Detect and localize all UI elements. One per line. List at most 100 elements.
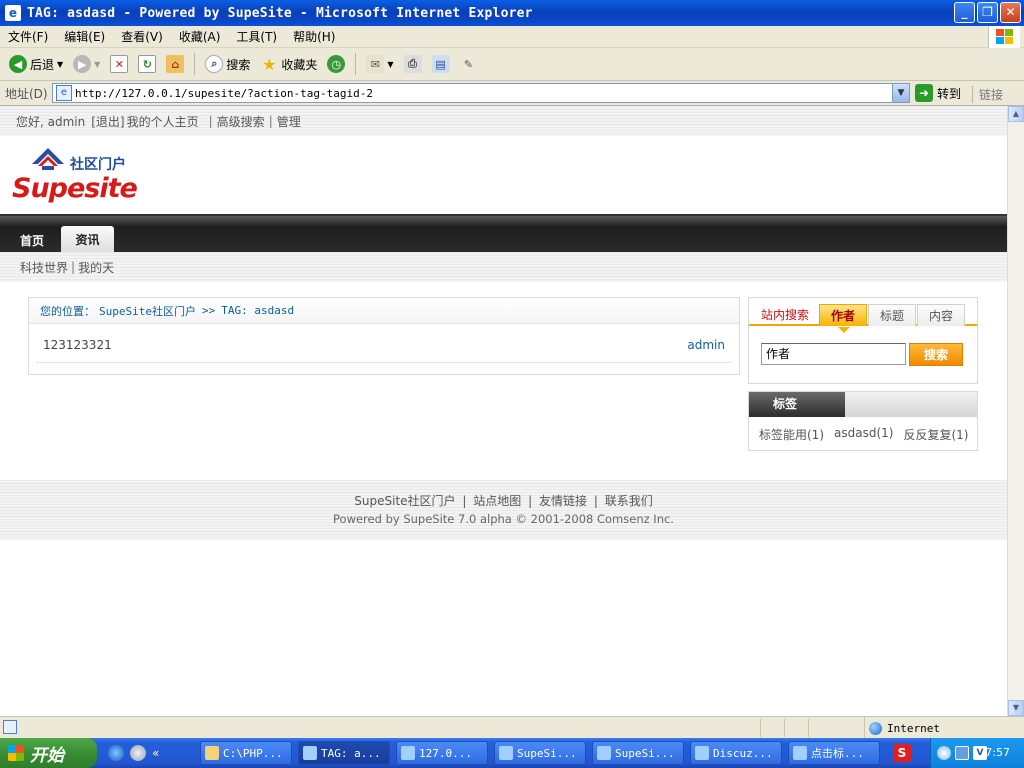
taskbar-item-active[interactable]: TAG: a...	[298, 741, 390, 765]
site-footer: SupeSite社区门户 | 站点地图 | 友情链接 | 联系我们 Powere…	[0, 480, 1007, 540]
my-homepage-link[interactable]: 我的个人主页	[127, 113, 199, 130]
history-button[interactable]: ◷	[324, 53, 348, 75]
forward-dropdown-icon[interactable]: ▼	[94, 60, 100, 69]
favorites-button[interactable]: ★ 收藏夹	[257, 53, 320, 75]
tag-link[interactable]: 反反复复(1)	[903, 426, 968, 443]
mail-dropdown-icon[interactable]: ▼	[387, 60, 393, 69]
nav-divider: |	[268, 114, 273, 128]
footer-link-home[interactable]: SupeSite社区门户	[354, 494, 455, 508]
menu-favorites[interactable]: 收藏(A)	[171, 28, 229, 45]
footer-link-friends[interactable]: 友情链接	[539, 494, 587, 508]
taskbar-item[interactable]: C:\PHP...	[200, 741, 292, 765]
home-button[interactable]: ⌂	[163, 53, 187, 75]
taskbar-item[interactable]: 127.0...	[396, 741, 488, 765]
item-title-link[interactable]: 123123321	[43, 338, 112, 352]
site-header: 社区门户 Supesite	[0, 136, 1007, 214]
search-tab-content[interactable]: 内容	[917, 304, 965, 326]
start-button[interactable]: 开始	[0, 738, 97, 768]
menu-edit[interactable]: 编辑(E)	[56, 28, 113, 45]
taskbar-item-label: 点击标...	[811, 747, 864, 760]
quicklaunch-expand-icon[interactable]: «	[152, 745, 168, 761]
address-label: 地址(D)	[5, 86, 48, 101]
search-input[interactable]: 作者	[761, 343, 906, 365]
system-tray: V 7:57	[930, 738, 1024, 768]
quicklaunch-ie-icon[interactable]	[108, 745, 124, 761]
minimize-button[interactable]: _	[954, 2, 975, 23]
refresh-button[interactable]: ↻	[135, 53, 159, 75]
tab-news[interactable]: 资讯	[61, 226, 114, 254]
quicklaunch-browser-icon[interactable]	[130, 745, 146, 761]
admin-link[interactable]: 管理	[277, 113, 301, 130]
stop-button[interactable]: ✕	[107, 53, 131, 75]
tab-home[interactable]: 首页	[8, 228, 56, 254]
back-button[interactable]: ◀ 后退 ▼	[6, 53, 66, 75]
messenger-button[interactable]: ✎	[457, 53, 481, 75]
links-button[interactable]: 链接	[972, 86, 1003, 103]
address-url[interactable]: http://127.0.0.1/supesite/?action-tag-ta…	[75, 87, 373, 100]
status-divider	[760, 719, 761, 737]
tag-link[interactable]: 标签能用(1)	[759, 426, 824, 443]
sub-nav: 科技世界 | 我的天	[0, 252, 1007, 282]
sogou-input-icon[interactable]: S	[893, 744, 911, 762]
menu-file[interactable]: 文件(F)	[0, 28, 56, 45]
ie-window-icon	[793, 746, 807, 760]
address-input[interactable]: e http://127.0.0.1/supesite/?action-tag-…	[52, 83, 910, 103]
edit-button[interactable]: ▤	[429, 53, 453, 75]
item-author-link[interactable]: admin	[687, 338, 725, 352]
search-button[interactable]: ⌕ 搜索	[202, 53, 253, 75]
divider	[37, 362, 731, 363]
menu-bar: 文件(F) 编辑(E) 查看(V) 收藏(A) 工具(T) 帮助(H)	[0, 26, 1024, 48]
tag-link[interactable]: asdasd(1)	[834, 426, 893, 443]
scroll-down-icon[interactable]: ▼	[1008, 700, 1024, 716]
address-dropdown-icon[interactable]: ▼	[892, 84, 909, 102]
footer-link-contact[interactable]: 联系我们	[605, 494, 653, 508]
page-status-icon	[3, 720, 17, 734]
logout-link[interactable]: [退出]	[91, 113, 124, 130]
menu-tools[interactable]: 工具(T)	[228, 28, 285, 45]
footer-link-sitemap[interactable]: 站点地图	[473, 494, 521, 508]
back-dropdown-icon[interactable]: ▼	[57, 60, 63, 69]
go-arrow-icon: ➜	[915, 84, 933, 102]
go-button[interactable]: ➜ 转到	[915, 84, 961, 102]
taskbar-item[interactable]: SupeSi...	[592, 741, 684, 765]
status-divider	[808, 719, 809, 737]
close-button[interactable]: ✕	[1000, 2, 1021, 23]
toolbar-separator	[355, 53, 357, 75]
menu-help[interactable]: 帮助(H)	[285, 28, 343, 45]
window-titlebar: e TAG: asdasd - Powered by SupeSite - Mi…	[0, 0, 1024, 26]
taskbar-item[interactable]: 点击标...	[788, 741, 880, 765]
search-tab-author[interactable]: 作者	[819, 304, 867, 333]
mail-button[interactable]: ✉ ▼	[363, 53, 396, 75]
back-label: 后退	[30, 57, 55, 72]
taskbar-item-label: Discuz...	[713, 746, 773, 760]
menu-view[interactable]: 查看(V)	[113, 28, 171, 45]
taskbar: 开始 « C:\PHP... TAG: a... 127.0... SupeSi…	[0, 738, 1024, 768]
subnav-item-tech[interactable]: 科技世界	[20, 259, 68, 276]
restore-button[interactable]: ❐	[977, 2, 998, 23]
supesite-logo[interactable]: 社区门户 Supesite	[12, 142, 152, 204]
taskbar-item[interactable]: Discuz...	[690, 741, 782, 765]
go-label: 转到	[937, 86, 962, 101]
scroll-up-icon[interactable]: ▲	[1008, 106, 1024, 122]
edit-page-icon: ▤	[431, 55, 450, 73]
breadcrumb-site-link[interactable]: SupeSite社区门户	[99, 303, 196, 319]
ie-window-icon	[597, 746, 611, 760]
window-title: TAG: asdasd - Powered by SupeSite - Micr…	[27, 5, 533, 21]
network-icon[interactable]	[955, 746, 969, 760]
folder-icon	[205, 746, 219, 760]
taskbar-item-label: C:\PHP...	[223, 746, 283, 760]
forward-arrow-icon: ▶	[73, 55, 92, 73]
mail-icon: ✉	[366, 55, 385, 73]
tray-expand-icon[interactable]	[937, 746, 951, 760]
advanced-search-link[interactable]: 高级搜索	[217, 113, 265, 130]
taskbar-item[interactable]: SupeSi...	[494, 741, 586, 765]
address-bar: 地址(D) e http://127.0.0.1/supesite/?actio…	[0, 81, 1024, 106]
search-tab-title[interactable]: 标题	[868, 304, 916, 326]
vertical-scrollbar[interactable]: ▲ ▼	[1007, 106, 1024, 716]
forward-button[interactable]: ▶ ▼	[70, 53, 103, 75]
search-submit-button[interactable]: 搜索	[909, 343, 963, 366]
nav-divider: |	[208, 114, 213, 128]
subnav-item-mysky[interactable]: 我的天	[78, 259, 114, 276]
print-button[interactable]: ⎙	[401, 53, 425, 75]
site-top-nav: 您好, admin [退出] 我的个人主页 | 高级搜索 | 管理	[0, 106, 1007, 136]
